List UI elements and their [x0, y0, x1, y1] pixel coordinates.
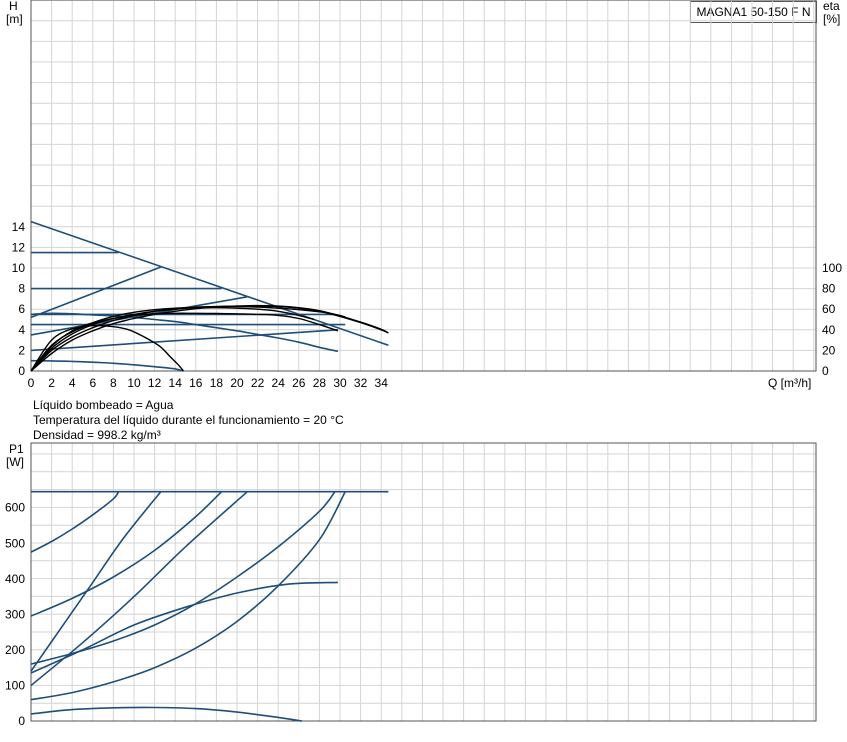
x-axis-label: Q [m³/h]	[768, 376, 811, 390]
head-series-line-5	[30, 266, 162, 319]
x-tick-label: 16	[189, 376, 203, 390]
power-series-line-5	[30, 491, 162, 672]
x-tick-label: 4	[69, 376, 76, 390]
head-series-line-9	[30, 359, 184, 372]
y-axis-unit: [m]	[6, 12, 23, 26]
x-tick-label: 10	[127, 376, 141, 390]
x-tick-label: 0	[28, 376, 35, 390]
x-tick-label: 14	[169, 376, 183, 390]
y-tick-label: 10	[12, 261, 26, 275]
y-axis-label: P1	[9, 442, 24, 456]
y-tick-label: 600	[5, 501, 25, 515]
y2-tick-label: 40	[822, 323, 836, 337]
y-tick-label: 0	[18, 364, 25, 378]
x-tick-label: 24	[272, 376, 286, 390]
x-tick-label: 30	[333, 376, 347, 390]
y-tick-label: 200	[5, 643, 25, 657]
y2-tick-label: 0	[822, 364, 829, 378]
y-tick-label: 500	[5, 536, 25, 550]
y-tick-label: 4	[18, 323, 25, 337]
x-tick-label: 2	[48, 376, 55, 390]
y2-tick-label: 20	[822, 343, 836, 357]
y-tick-label: 6	[18, 302, 25, 316]
x-tick-label: 20	[230, 376, 244, 390]
x-tick-label: 26	[292, 376, 306, 390]
x-tick-label: 18	[210, 376, 224, 390]
y-tick-label: 12	[12, 240, 26, 254]
y2-tick-label: 100	[822, 261, 842, 275]
x-tick-label: 34	[375, 376, 389, 390]
power-series-line-2	[30, 491, 223, 617]
head-efficiency-chart: 02468101214H[m]020406080100eta[%]0 2 4 6 8 10…	[6, 0, 842, 390]
power-series-line-8	[30, 706, 303, 722]
power-chart: 0 100 200 300 400 500 600 P1[W]	[5, 442, 817, 728]
y2-tick-label: 80	[822, 282, 836, 296]
y-tick-label: 100	[5, 678, 25, 692]
head-series-line-6	[30, 296, 248, 336]
y-tick-label: 2	[18, 343, 25, 357]
x-tick-label: 12	[148, 376, 162, 390]
y-tick-label: 8	[18, 282, 25, 296]
x-tick-label: 28	[313, 376, 327, 390]
y-axis-unit: [W]	[6, 455, 24, 469]
x-tick-label: 6	[89, 376, 96, 390]
y-tick-label: 400	[5, 572, 25, 586]
y-tick-label: 0	[18, 714, 25, 728]
x-tick-label: 22	[251, 376, 265, 390]
pump-performance-charts: 02468101214H[m]020406080100eta[%]0 2 4 6 8 10…	[5, 0, 842, 728]
power-series-line-3	[30, 491, 336, 665]
y2-axis-unit: [%]	[823, 12, 840, 26]
y-tick-label: 14	[12, 220, 26, 234]
y-tick-label: 300	[5, 607, 25, 621]
x-tick-label: 8	[110, 376, 117, 390]
x-tick-label: 32	[354, 376, 368, 390]
y2-tick-label: 60	[822, 302, 836, 316]
